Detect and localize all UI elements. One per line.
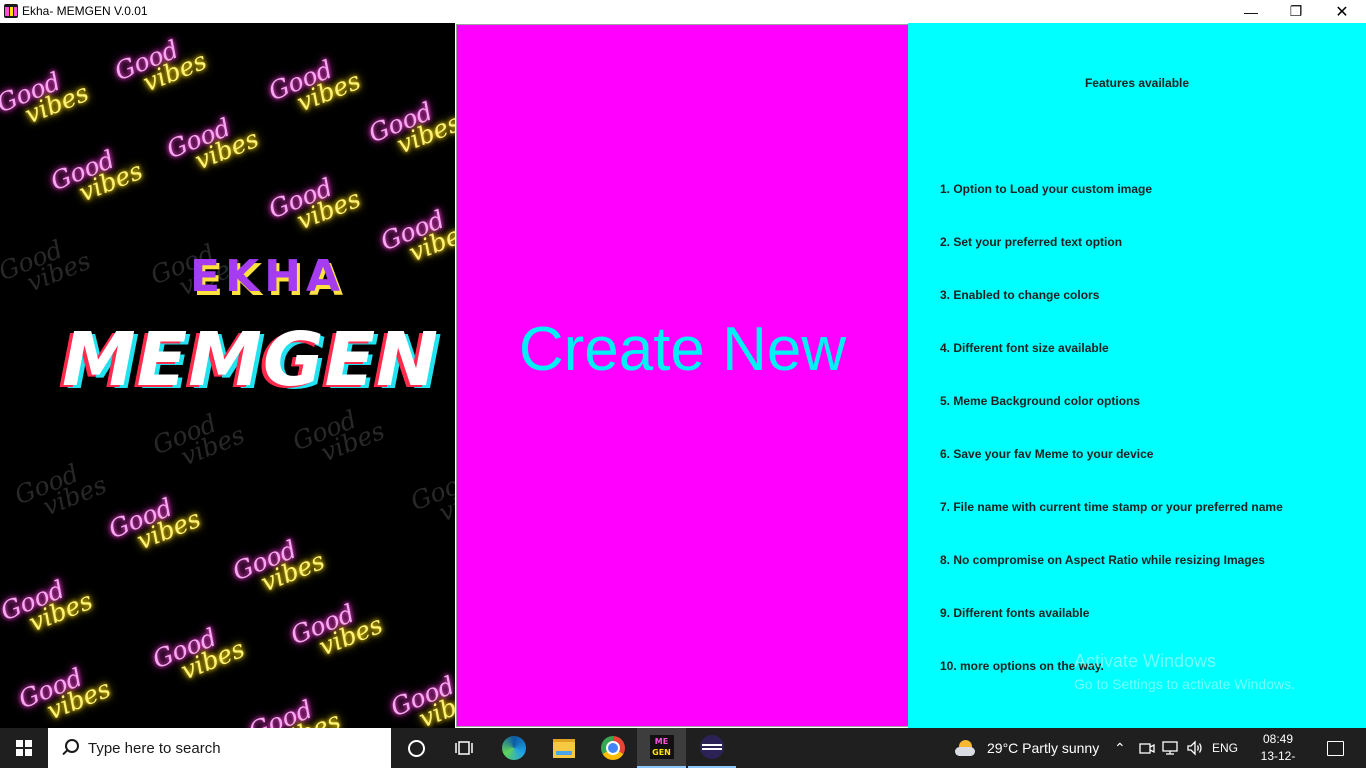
eclipse-taskbar-button[interactable]	[688, 728, 736, 768]
cortana-icon	[407, 739, 425, 757]
edge-icon	[502, 736, 526, 760]
show-hidden-icons-button[interactable]: ⌃	[1114, 728, 1130, 768]
features-panel: Features available 1. Option to Load you…	[908, 23, 1366, 728]
weather-text: 29°C Partly sunny	[987, 740, 1100, 756]
feature-item: 9. Different fonts available	[940, 606, 1090, 620]
good-vibes-neon: Goodvibes	[229, 530, 329, 602]
good-vibes-neon: Goodvibes	[265, 50, 365, 122]
ekha-logo: EKHA	[190, 251, 396, 309]
ekha-logo-text: EKHA	[190, 251, 346, 302]
eclipse-icon	[700, 735, 724, 759]
create-new-label: Create New	[518, 315, 847, 384]
memgen-logo: MEMGEN	[62, 317, 438, 405]
folder-icon	[553, 738, 575, 758]
activate-windows-watermark: Activate Windows Go to Settings to activ…	[1074, 651, 1295, 692]
feature-item: 8. No compromise on Aspect Ratio while r…	[940, 553, 1265, 567]
good-vibes-neon: Goodvibes	[0, 570, 97, 642]
minimize-icon: —	[1244, 3, 1258, 20]
volume-icon	[1187, 740, 1202, 756]
task-view-button[interactable]	[440, 728, 488, 768]
taskbar-search-box[interactable]: Type here to search	[48, 728, 391, 768]
weather-widget[interactable]: 29°C Partly sunny	[955, 728, 1099, 768]
network-icon	[1162, 741, 1178, 755]
feature-item: 7. File name with current time stamp or …	[940, 500, 1283, 514]
good-vibes-neon: Goodvibes	[365, 92, 455, 164]
good-vibes-neon: Goodvibes	[265, 168, 365, 240]
good-vibes-neon: Goodvibes	[47, 140, 147, 212]
network-button[interactable]	[1162, 728, 1180, 768]
create-new-button[interactable]: Create New	[456, 24, 909, 727]
feature-item: 5. Meme Background color options	[940, 394, 1141, 408]
good-vibes-neon-faded: Good vibes	[11, 454, 111, 526]
edge-taskbar-button[interactable]	[490, 728, 538, 768]
good-vibes-neon: Goodvibes	[163, 108, 263, 180]
good-vibes-neon: Goodvibes	[245, 690, 345, 728]
title-bar: Ekha- MEMGEN V.0.01 — ❐ ✕	[0, 0, 1366, 23]
file-explorer-taskbar-button[interactable]	[540, 728, 588, 768]
good-vibes-neon-faded: Good vibes	[289, 400, 389, 472]
good-vibes-neon: Goodvibes	[0, 62, 93, 134]
maximize-button[interactable]: ❐	[1273, 0, 1319, 23]
good-vibes-neon-faded: Good vibes	[149, 404, 249, 476]
meet-now-icon	[1139, 743, 1155, 754]
feature-item: 2. Set your preferred text option	[940, 235, 1123, 249]
windows-logo-icon	[16, 740, 32, 756]
volume-button[interactable]	[1186, 728, 1204, 768]
partly-sunny-icon	[955, 738, 975, 758]
memgen-logo-text: MEMGEN	[62, 317, 440, 403]
taskbar-clock[interactable]: 08:49 13-12-2021	[1249, 731, 1307, 782]
task-view-icon	[455, 741, 473, 755]
cortana-button[interactable]	[392, 728, 440, 768]
good-vibes-neon-faded: Good vibes	[0, 230, 95, 302]
good-vibes-neon: Goodvibes	[287, 594, 387, 666]
notification-icon	[1326, 740, 1344, 756]
good-vibes-neon: Goodvibes	[387, 666, 455, 728]
tray-meet-button[interactable]	[1139, 728, 1155, 768]
minimize-button[interactable]: —	[1228, 0, 1274, 23]
good-vibes-neon: Goodvibes	[105, 488, 205, 560]
feature-item: 6. Save your fav Meme to your device	[940, 447, 1154, 461]
clock-date: 13-12-2021	[1260, 749, 1296, 780]
chrome-taskbar-button[interactable]	[589, 728, 637, 768]
feature-item: 1. Option to Load your custom image	[940, 182, 1153, 196]
language-button[interactable]: ENG	[1212, 728, 1238, 768]
logo-panel: Good vibes Good vibes Good vibes Good vibes …	[0, 23, 455, 728]
feature-item: 3. Enabled to change colors	[940, 288, 1100, 302]
start-button[interactable]	[0, 728, 48, 768]
good-vibes-neon-faded: Good vibes	[407, 460, 455, 532]
chrome-icon	[601, 736, 625, 760]
good-vibes-neon: Goodvibes	[15, 658, 115, 728]
close-icon: ✕	[1335, 3, 1349, 21]
feature-item: 4. Different font size available	[940, 341, 1109, 355]
clock-time: 08:49	[1262, 732, 1294, 746]
watermark-title: Activate Windows	[1074, 651, 1217, 671]
window-title: Ekha- MEMGEN V.0.01	[22, 4, 148, 18]
chevron-up-icon: ⌃	[1114, 739, 1126, 756]
action-center-button[interactable]	[1320, 728, 1350, 768]
good-vibes-neon: Goodvibes	[111, 30, 211, 102]
search-icon	[60, 738, 80, 758]
close-button[interactable]: ✕	[1319, 0, 1365, 23]
taskbar: Type here to search ME GEN 29°C Partly su…	[0, 728, 1366, 780]
good-vibes-neon: Goodvibes	[149, 618, 249, 690]
memgen-app-icon: ME GEN	[649, 735, 674, 759]
watermark-subtitle: Go to Settings to activate Windows.	[1074, 676, 1295, 692]
features-heading: Features available	[1084, 76, 1190, 90]
language-text: ENG	[1212, 741, 1239, 755]
restore-icon: ❐	[1289, 3, 1303, 19]
memgen-taskbar-button[interactable]: ME GEN	[637, 728, 686, 768]
app-icon	[4, 4, 18, 18]
search-placeholder: Type here to search	[88, 739, 221, 757]
